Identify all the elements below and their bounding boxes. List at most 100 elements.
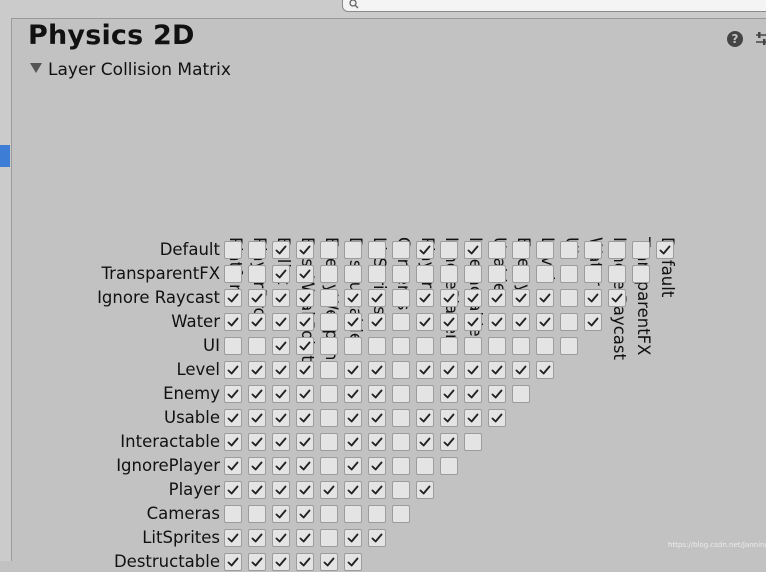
collision-toggle-player-bullet[interactable] [272, 481, 290, 499]
collision-toggle-player-enemyweapon[interactable] [320, 481, 338, 499]
collision-toggle-transparentfx-playerdrop[interactable] [248, 265, 266, 283]
collision-toggle-usable-bullet[interactable] [272, 409, 290, 427]
collision-toggle-destructable-bossweakpoint[interactable] [296, 553, 314, 571]
collision-toggle-usable-bossweakpoint[interactable] [296, 409, 314, 427]
collision-toggle-level-cameras[interactable] [392, 361, 410, 379]
collision-toggle-usable-platform[interactable] [224, 409, 242, 427]
collision-toggle-transparentfx-platform[interactable] [224, 265, 242, 283]
collision-toggle-default-interactable[interactable] [464, 241, 482, 259]
collision-toggle-player-litsprites[interactable] [368, 481, 386, 499]
collision-toggle-enemy-cameras[interactable] [392, 385, 410, 403]
collision-toggle-water-bullet[interactable] [272, 313, 290, 331]
collision-toggle-usable-playerdrop[interactable] [248, 409, 266, 427]
collision-toggle-destructable-enemyweapon[interactable] [320, 553, 338, 571]
collision-toggle-ui-ui[interactable] [560, 337, 578, 355]
collision-toggle-interactable-enemyweapon[interactable] [320, 433, 338, 451]
collision-toggle-enemy-destructable[interactable] [344, 385, 362, 403]
collision-toggle-ignore-raycast-litsprites[interactable] [368, 289, 386, 307]
collision-toggle-ignoreplayer-cameras[interactable] [392, 457, 410, 475]
collision-toggle-level-player[interactable] [416, 361, 434, 379]
collision-toggle-destructable-platform[interactable] [224, 553, 242, 571]
collision-toggle-enemy-enemyweapon[interactable] [320, 385, 338, 403]
collision-toggle-litsprites-destructable[interactable] [344, 529, 362, 547]
collision-toggle-level-usable[interactable] [488, 361, 506, 379]
collision-toggle-enemy-bullet[interactable] [272, 385, 290, 403]
collision-toggle-water-cameras[interactable] [392, 313, 410, 331]
collision-toggle-default-playerdrop[interactable] [248, 241, 266, 259]
collision-toggle-default-litsprites[interactable] [368, 241, 386, 259]
collision-toggle-transparentfx-litsprites[interactable] [368, 265, 386, 283]
collision-toggle-level-litsprites[interactable] [368, 361, 386, 379]
collision-toggle-usable-interactable[interactable] [464, 409, 482, 427]
collision-toggle-ui-playerdrop[interactable] [248, 337, 266, 355]
collision-toggle-litsprites-bossweakpoint[interactable] [296, 529, 314, 547]
collision-toggle-ui-player[interactable] [416, 337, 434, 355]
collision-toggle-default-bullet[interactable] [272, 241, 290, 259]
collision-toggle-transparentfx-ignore-raycast[interactable] [608, 265, 626, 283]
collision-toggle-ignore-raycast-ui[interactable] [560, 289, 578, 307]
collision-toggle-interactable-player[interactable] [416, 433, 434, 451]
collision-toggle-litsprites-playerdrop[interactable] [248, 529, 266, 547]
collision-toggle-enemy-playerdrop[interactable] [248, 385, 266, 403]
collision-toggle-default-transparentfx[interactable] [632, 241, 650, 259]
collision-toggle-transparentfx-player[interactable] [416, 265, 434, 283]
collision-toggle-water-water[interactable] [584, 313, 602, 331]
collision-toggle-interactable-playerdrop[interactable] [248, 433, 266, 451]
collision-toggle-ignore-raycast-level[interactable] [536, 289, 554, 307]
collision-toggle-ui-usable[interactable] [488, 337, 506, 355]
collision-toggle-level-bullet[interactable] [272, 361, 290, 379]
collision-toggle-transparentfx-level[interactable] [536, 265, 554, 283]
collision-toggle-default-enemyweapon[interactable] [320, 241, 338, 259]
collision-toggle-interactable-destructable[interactable] [344, 433, 362, 451]
collision-toggle-usable-destructable[interactable] [344, 409, 362, 427]
collision-toggle-ui-litsprites[interactable] [368, 337, 386, 355]
collision-toggle-water-ui[interactable] [560, 313, 578, 331]
collision-toggle-ignoreplayer-platform[interactable] [224, 457, 242, 475]
collision-toggle-enemy-enemy[interactable] [512, 385, 530, 403]
collision-toggle-interactable-platform[interactable] [224, 433, 242, 451]
collision-toggle-interactable-bullet[interactable] [272, 433, 290, 451]
collision-toggle-usable-ignoreplayer[interactable] [440, 409, 458, 427]
collision-toggle-default-default[interactable] [656, 241, 674, 259]
collision-toggle-default-bossweakpoint[interactable] [296, 241, 314, 259]
collision-toggle-ignore-raycast-enemy[interactable] [512, 289, 530, 307]
collision-toggle-cameras-bossweakpoint[interactable] [296, 505, 314, 523]
collision-toggle-usable-enemyweapon[interactable] [320, 409, 338, 427]
collision-toggle-player-cameras[interactable] [392, 481, 410, 499]
collision-toggle-water-level[interactable] [536, 313, 554, 331]
collision-toggle-interactable-ignoreplayer[interactable] [440, 433, 458, 451]
collision-toggle-ui-bullet[interactable] [272, 337, 290, 355]
collision-toggle-transparentfx-ignoreplayer[interactable] [440, 265, 458, 283]
collision-toggle-level-level[interactable] [536, 361, 554, 379]
collision-toggle-default-ignore-raycast[interactable] [608, 241, 626, 259]
collision-toggle-interactable-litsprites[interactable] [368, 433, 386, 451]
collision-toggle-level-destructable[interactable] [344, 361, 362, 379]
collision-toggle-ignoreplayer-ignoreplayer[interactable] [440, 457, 458, 475]
collision-toggle-default-ui[interactable] [560, 241, 578, 259]
collision-toggle-ignore-raycast-player[interactable] [416, 289, 434, 307]
collision-toggle-default-player[interactable] [416, 241, 434, 259]
collision-toggle-ui-interactable[interactable] [464, 337, 482, 355]
collision-toggle-transparentfx-cameras[interactable] [392, 265, 410, 283]
collision-toggle-level-ignoreplayer[interactable] [440, 361, 458, 379]
collision-toggle-ignore-raycast-ignoreplayer[interactable] [440, 289, 458, 307]
collision-toggle-usable-cameras[interactable] [392, 409, 410, 427]
collision-toggle-transparentfx-enemyweapon[interactable] [320, 265, 338, 283]
collision-toggle-transparentfx-water[interactable] [584, 265, 602, 283]
collision-toggle-usable-usable[interactable] [488, 409, 506, 427]
collision-toggle-cameras-enemyweapon[interactable] [320, 505, 338, 523]
collision-toggle-ignoreplayer-destructable[interactable] [344, 457, 362, 475]
collision-toggle-enemy-bossweakpoint[interactable] [296, 385, 314, 403]
collision-toggle-ui-enemyweapon[interactable] [320, 337, 338, 355]
collision-toggle-player-platform[interactable] [224, 481, 242, 499]
collision-toggle-enemy-usable[interactable] [488, 385, 506, 403]
collision-toggle-ignore-raycast-cameras[interactable] [392, 289, 410, 307]
collision-toggle-water-enemyweapon[interactable] [320, 313, 338, 331]
collision-toggle-default-usable[interactable] [488, 241, 506, 259]
preset-settings-icon[interactable] [755, 30, 766, 48]
collision-toggle-ui-enemy[interactable] [512, 337, 530, 355]
collision-toggle-cameras-bullet[interactable] [272, 505, 290, 523]
collision-toggle-water-platform[interactable] [224, 313, 242, 331]
collision-toggle-player-bossweakpoint[interactable] [296, 481, 314, 499]
collision-toggle-water-bossweakpoint[interactable] [296, 313, 314, 331]
